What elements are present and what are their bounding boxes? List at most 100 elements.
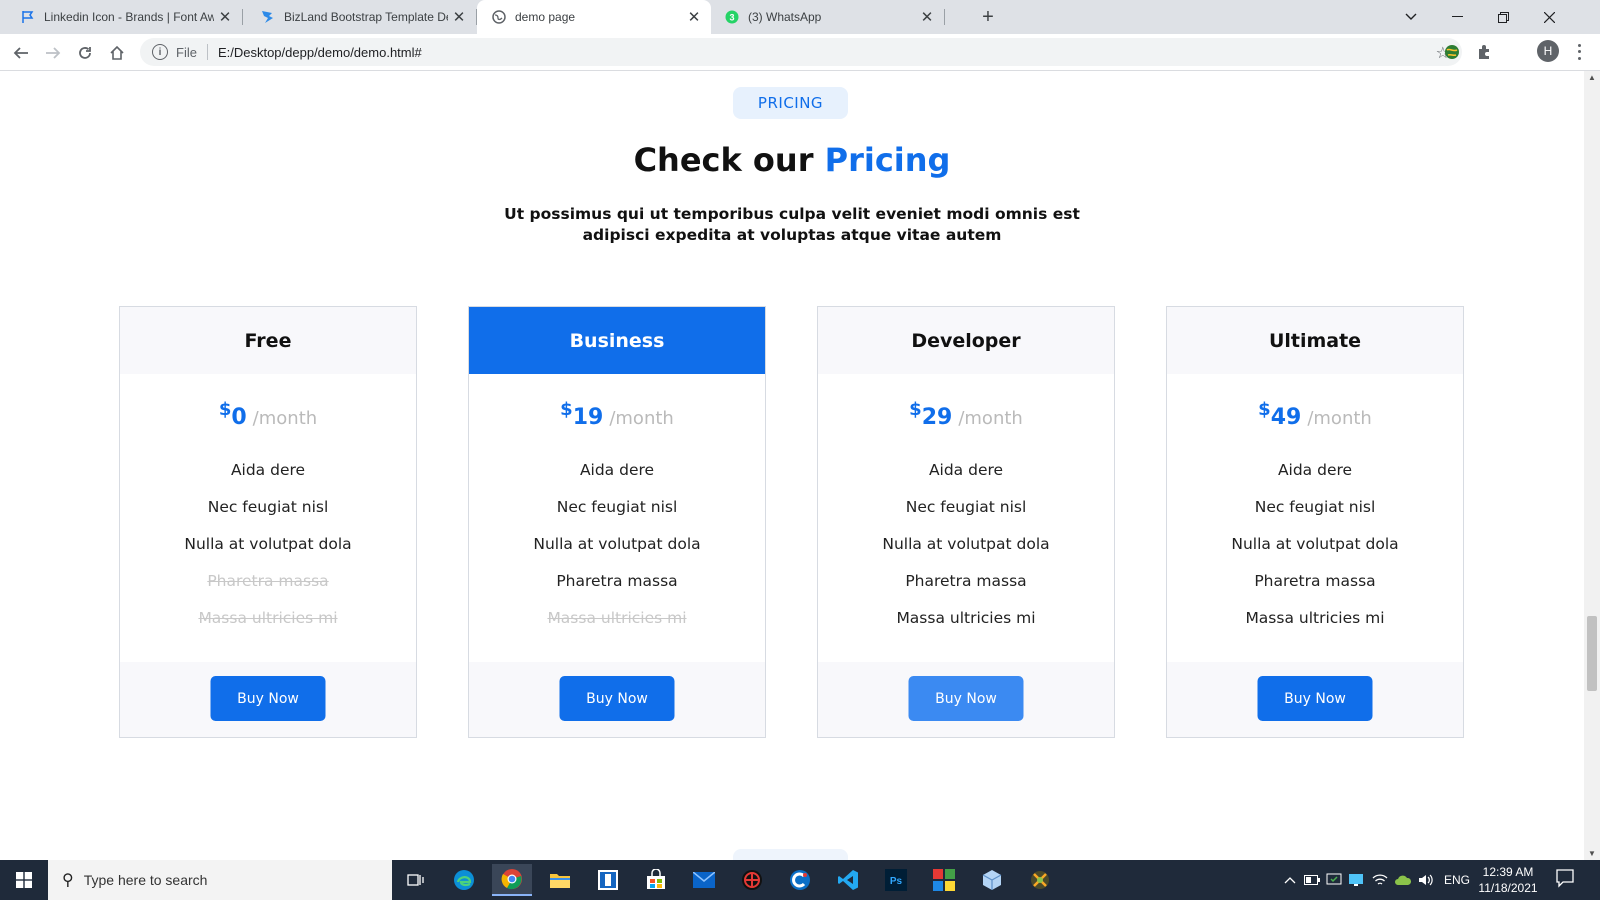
- feature-item: Nulla at volutpat dola: [1231, 535, 1399, 553]
- task-view-icon[interactable]: [396, 864, 436, 896]
- address-url[interactable]: E:/Desktop/depp/demo/demo.html#: [218, 45, 422, 60]
- pricing-card-free: Free $0/month Aida dere Nec feugiat nisl…: [119, 306, 417, 738]
- cloud-sync-icon[interactable]: [1394, 860, 1412, 900]
- scroll-up-arrow-icon[interactable]: ▲: [1588, 73, 1596, 82]
- browser-tab[interactable]: Linkedin Icon - Brands | Font Awe ✕: [0, 0, 243, 34]
- network-adapter-icon[interactable]: [1326, 860, 1342, 900]
- page-scrollbar[interactable]: ▲ ▼: [1584, 71, 1600, 860]
- security-app-icon[interactable]: [732, 864, 772, 896]
- plan-price: $0/month: [120, 399, 416, 430]
- back-arrow-icon[interactable]: [7, 39, 35, 67]
- feature-item: Massa ultricies mi: [896, 609, 1036, 627]
- extensions-puzzle-icon[interactable]: [1471, 39, 1497, 65]
- browser-toolbar: i File E:/Desktop/depp/demo/demo.html# ☆: [0, 34, 1600, 71]
- price-period: /month: [609, 408, 674, 429]
- extension-globe-icon[interactable]: [1439, 39, 1465, 65]
- close-tab-icon[interactable]: ✕: [448, 6, 470, 28]
- close-tab-icon[interactable]: ✕: [916, 6, 938, 28]
- tray-overflow-chevron-icon[interactable]: [1284, 860, 1296, 900]
- chrome-icon[interactable]: [492, 864, 532, 896]
- buy-now-button[interactable]: Buy Now: [908, 676, 1024, 721]
- plan-price: $29/month: [818, 399, 1114, 430]
- monitor-tray-icon[interactable]: [1348, 860, 1364, 900]
- feature-item: Nulla at volutpat dola: [533, 535, 701, 553]
- new-tab-plus-icon[interactable]: +: [976, 5, 1000, 29]
- feature-item: Pharetra massa: [556, 572, 678, 590]
- browser-tab[interactable]: BizLand Bootstrap Template Dem ✕: [242, 0, 477, 34]
- next-section-badge: [733, 849, 848, 860]
- wifi-icon[interactable]: [1372, 860, 1388, 900]
- windows-start-icon[interactable]: [0, 860, 48, 900]
- taskbar-search-placeholder: Type here to search: [83, 872, 208, 888]
- notification-center-icon[interactable]: [1555, 868, 1579, 892]
- address-scheme: File: [176, 44, 197, 60]
- address-divider: [206, 44, 208, 60]
- section-title-highlight: Pricing: [824, 141, 951, 179]
- address-bar[interactable]: i File E:/Desktop/depp/demo/demo.html# ☆: [140, 38, 1462, 66]
- site-info-icon[interactable]: i: [152, 44, 168, 60]
- tab-title: demo page: [515, 10, 576, 24]
- tab-title: BizLand Bootstrap Template Dem: [284, 10, 448, 24]
- close-tab-icon[interactable]: ✕: [214, 6, 236, 28]
- taskbar-search[interactable]: ⚲ Type here to search: [48, 860, 392, 900]
- section-badge: PRICING: [733, 87, 848, 119]
- file-explorer-icon[interactable]: [540, 864, 580, 896]
- search-icon: ⚲: [62, 872, 74, 889]
- forward-arrow-icon[interactable]: [39, 39, 67, 67]
- scroll-down-arrow-icon[interactable]: ▼: [1588, 849, 1596, 858]
- store-icon[interactable]: [636, 864, 676, 896]
- feature-item: Nec feugiat nisl: [905, 498, 1027, 516]
- price-period: /month: [958, 408, 1023, 429]
- whatsapp-icon: 3: [724, 9, 740, 25]
- close-window-icon[interactable]: [1526, 0, 1572, 34]
- section-title: Check our Pricing: [0, 141, 1584, 179]
- price-amount: 29: [921, 405, 953, 430]
- feature-item: Aida dere: [230, 461, 306, 479]
- tab-search-chevron-icon[interactable]: [1388, 0, 1434, 34]
- mail-icon[interactable]: [684, 864, 724, 896]
- buy-now-button[interactable]: Buy Now: [1257, 676, 1373, 721]
- ccleaner-icon[interactable]: [780, 864, 820, 896]
- browser-tab-active[interactable]: demo page ✕: [477, 0, 711, 34]
- price-currency: $: [909, 399, 922, 420]
- feature-item-unavailable: Pharetra massa: [207, 572, 329, 590]
- browser-menu-icon[interactable]: [1574, 42, 1584, 62]
- price-period: /month: [252, 408, 318, 429]
- feature-item-unavailable: Massa ultricies mi: [198, 609, 338, 627]
- feature-item: Massa ultricies mi: [1245, 609, 1385, 627]
- globe-icon: [491, 9, 507, 25]
- office-app-icon[interactable]: [924, 864, 964, 896]
- edge-icon[interactable]: [444, 864, 484, 896]
- vscode-icon[interactable]: [828, 864, 868, 896]
- volume-icon[interactable]: [1418, 860, 1434, 900]
- price-currency: $: [218, 399, 232, 420]
- photoshop-icon[interactable]: Ps: [876, 864, 916, 896]
- feature-item: Aida dere: [928, 461, 1004, 479]
- browser-tab-strip: Linkedin Icon - Brands | Font Awe ✕ BizL…: [0, 0, 1600, 34]
- remote-app-icon[interactable]: [588, 864, 628, 896]
- pricing-card-ultimate: Ultimate $49/month Aida dere Nec feugiat…: [1166, 306, 1464, 738]
- buy-now-button[interactable]: Buy Now: [559, 676, 675, 721]
- minimize-icon[interactable]: [1434, 0, 1480, 34]
- clock-date: 11/18/2021: [1478, 881, 1538, 895]
- close-tab-icon[interactable]: ✕: [683, 6, 705, 28]
- cube-app-icon[interactable]: [972, 864, 1012, 896]
- pricing-card-business: Business $19/month Aida dere Nec feugiat…: [468, 306, 766, 738]
- browser-tab[interactable]: 3 (3) WhatsApp ✕: [712, 0, 945, 34]
- svg-text:3: 3: [729, 13, 734, 23]
- system-clock[interactable]: 12:39 AM 11/18/2021: [1476, 864, 1540, 896]
- svg-text:Ps: Ps: [890, 876, 903, 887]
- reload-icon[interactable]: [71, 39, 99, 67]
- buy-now-button[interactable]: Buy Now: [210, 676, 326, 721]
- clock-time: 12:39 AM: [1482, 865, 1534, 879]
- card-footer: Buy Now: [120, 662, 416, 737]
- card-footer: Buy Now: [1167, 662, 1463, 737]
- feature-item: Nulla at volutpat dola: [184, 535, 352, 553]
- scrollbar-thumb[interactable]: [1587, 616, 1597, 691]
- profile-avatar[interactable]: H: [1537, 40, 1559, 62]
- battery-icon[interactable]: [1304, 860, 1320, 900]
- language-indicator[interactable]: ENG: [1444, 860, 1470, 900]
- tools-app-icon[interactable]: [1020, 864, 1060, 896]
- restore-icon[interactable]: [1480, 0, 1526, 34]
- home-icon[interactable]: [103, 39, 131, 67]
